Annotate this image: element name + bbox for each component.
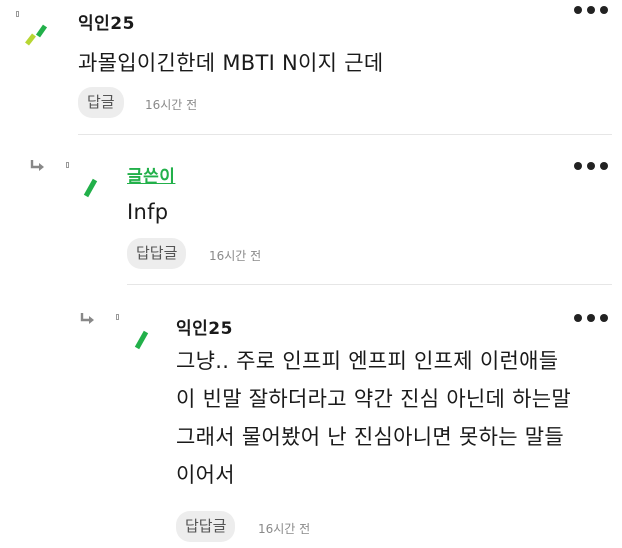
more-options-icon[interactable]	[574, 313, 608, 323]
profile-mark	[66, 162, 69, 168]
reply-arrow-icon	[30, 160, 44, 171]
comment-text: 과몰입이긴한데 MBTI N이지 근데	[78, 51, 384, 75]
reply-button[interactable]: 답답글	[127, 238, 187, 269]
comment-time: 16시간 전	[258, 522, 311, 536]
avatar	[134, 330, 149, 350]
comment-author[interactable]: 익인25	[78, 9, 135, 34]
more-options-icon[interactable]	[574, 5, 608, 15]
more-options-icon[interactable]	[574, 161, 608, 171]
reply-button[interactable]: 답글	[78, 87, 124, 118]
comment-time: 16시간 전	[209, 249, 262, 263]
divider	[78, 134, 612, 135]
profile-mark	[116, 314, 119, 320]
reply-button[interactable]: 답답글	[176, 511, 236, 542]
divider	[127, 284, 612, 285]
comment-time: 16시간 전	[145, 98, 198, 112]
comment-text: 그냥.. 주로 인프피 엔프피 인프제 이런애들 이 빈말 잘하더라고 약간 진…	[176, 349, 572, 487]
avatar	[25, 24, 48, 46]
comment-author-op[interactable]: 글쓴이	[127, 162, 175, 187]
comment-author[interactable]: 익인25	[176, 314, 233, 339]
avatar	[83, 178, 98, 198]
reply-arrow-icon	[80, 313, 94, 324]
profile-mark	[16, 11, 19, 17]
comment-text: Infp	[127, 200, 169, 224]
